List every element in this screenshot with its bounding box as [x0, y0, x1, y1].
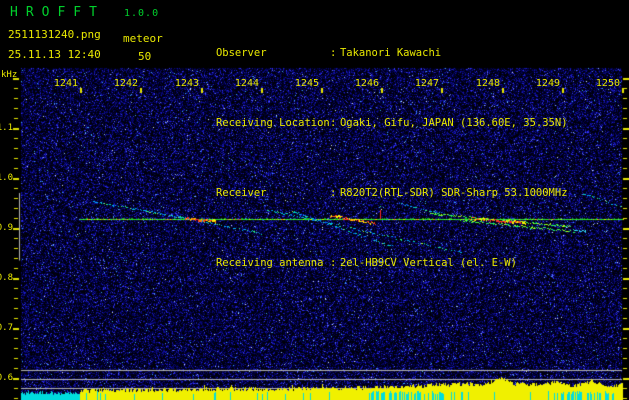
app-version: 1.0.0 — [124, 8, 160, 19]
info-label: Receiving antenna — [215, 257, 324, 269]
info-row-location: Receiving Location: Ogaki, Gifu, JAPAN (1… — [178, 102, 568, 144]
time-tick-label: 1244 — [234, 78, 259, 89]
mode-label: meteor — [123, 32, 163, 45]
time-tick-label: 1249 — [535, 78, 560, 89]
datetime-label: 25.11.13 12:40 — [8, 48, 101, 61]
freq-tick-label: 0.8 — [0, 273, 13, 283]
info-separator: : — [329, 47, 337, 59]
freq-tick-label: 1.0 — [0, 173, 13, 183]
time-tick-label: 1246 — [354, 78, 379, 89]
info-row-receiver: Receiver: R820T2(RTL-SDR) SDR-Sharp 53.10… — [178, 172, 568, 214]
output-filename: 2511131240.png — [8, 28, 101, 41]
freq-tick-label: 0.7 — [0, 323, 13, 333]
time-tick-label: 1250 — [595, 78, 620, 89]
info-label: Receiving Location — [215, 117, 330, 129]
freq-tick-label: 0.9 — [0, 223, 13, 233]
time-tick-label: 1243 — [174, 78, 199, 89]
info-separator: : — [329, 117, 337, 129]
info-row-observer: Observer: Takanori Kawachi — [178, 32, 568, 74]
app-title: HROFFT — [10, 5, 105, 20]
freq-tick-label: 1.1 — [0, 123, 13, 133]
info-value: Takanori Kawachi — [339, 47, 442, 59]
info-separator: : — [329, 187, 337, 199]
info-separator: : — [329, 257, 337, 269]
info-value: Ogaki, Gifu, JAPAN (136.60E, 35.35N) — [339, 117, 568, 129]
info-label: Observer — [215, 47, 267, 59]
meteor-count: 50 — [138, 50, 152, 63]
time-tick-label: 1241 — [53, 78, 78, 89]
info-value: 2el-HB9CV Vertical (el. E-W) — [339, 257, 517, 269]
time-tick-label: 1248 — [475, 78, 500, 89]
y-axis-unit-label: kHz — [1, 70, 18, 80]
hrofft-screen: HROFFT 1.0.0 2511131240.png meteor 25.11… — [0, 0, 629, 400]
info-row-antenna: Receiving antenna:2el-HB9CV Vertical (el… — [178, 242, 568, 284]
time-tick-label: 1242 — [113, 78, 138, 89]
info-label: Receiver — [215, 187, 267, 199]
time-tick-label: 1245 — [294, 78, 319, 89]
station-info: Observer: Takanori Kawachi Receiving Loca… — [178, 4, 568, 312]
freq-tick-label: 0.6 — [0, 373, 13, 383]
info-value: R820T2(RTL-SDR) SDR-Sharp 53.1000MHz — [339, 187, 568, 199]
time-tick-label: 1247 — [414, 78, 439, 89]
